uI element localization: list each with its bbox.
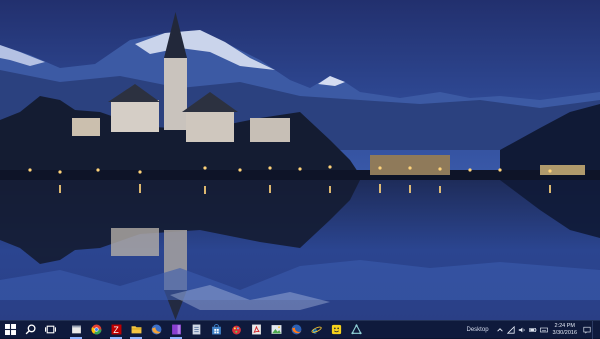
internet-explorer-icon: e (311, 325, 322, 335)
notepad-icon (192, 324, 200, 335)
tray-volume-button[interactable] (517, 321, 528, 339)
emoji-app-icon (331, 324, 341, 335)
action-center-button[interactable] (581, 321, 592, 339)
svg-text:Z: Z (113, 325, 119, 335)
taskbar-internet-explorer[interactable]: e (306, 321, 326, 339)
search-button[interactable] (20, 321, 40, 339)
tray-network-button[interactable] (506, 321, 517, 339)
clock-time: 2:24 PM (554, 323, 575, 329)
image-viewer-icon (271, 325, 281, 334)
start-button[interactable] (0, 321, 20, 339)
taskbar-firefox-old[interactable] (146, 321, 166, 339)
firefox-old-icon (151, 324, 161, 335)
desktop[interactable] (0, 0, 600, 320)
taskbar-store[interactable] (206, 321, 226, 339)
task-view-icon (44, 325, 56, 334)
onenote-icon (171, 324, 181, 335)
taskbar-clock[interactable]: 2:24 PM 3/30/2016 (553, 323, 577, 336)
battery-icon (529, 327, 537, 332)
taskbar-network-app[interactable] (346, 321, 366, 339)
taskbar-paint[interactable] (226, 321, 246, 339)
taskbar-notepad[interactable] (186, 321, 206, 339)
chrome-icon (90, 324, 101, 335)
tray-overflow-button[interactable] (495, 321, 506, 339)
taskbar-filezilla[interactable]: Z (106, 321, 126, 339)
taskbar-onenote[interactable] (166, 321, 186, 339)
system-tray: Desktop 2:24 PM 3/30/2016 (467, 320, 600, 339)
taskbar-firefox[interactable] (286, 321, 306, 339)
taskbar-image-viewer[interactable] (266, 321, 286, 339)
taskbar-acrobat[interactable] (246, 321, 266, 339)
task-view-button[interactable] (40, 321, 60, 339)
taskbar-file-explorer[interactable] (126, 321, 146, 339)
taskbar-emoji-app[interactable] (326, 321, 346, 339)
taskbar-app-window[interactable] (66, 321, 86, 339)
desktop-toolbar-label[interactable]: Desktop (467, 327, 489, 333)
chevron-up-icon (497, 327, 503, 332)
taskbar: Z e Desktop 2:24 PM 3/30/2016 (0, 320, 600, 339)
filezilla-icon: Z (111, 324, 121, 335)
windows-logo-icon (4, 324, 16, 335)
acrobat-icon (251, 324, 261, 335)
search-icon (25, 324, 36, 335)
network-icon (507, 325, 515, 334)
paint-icon (231, 325, 241, 335)
keyboard-icon (540, 327, 548, 332)
tray-battery-button[interactable] (528, 321, 539, 339)
store-icon (211, 324, 221, 335)
taskbar-chrome[interactable] (86, 321, 106, 339)
notifications-icon (582, 326, 591, 334)
network-app-icon (350, 324, 362, 335)
volume-icon (518, 327, 525, 332)
app-window-icon (71, 325, 81, 334)
show-desktop-button[interactable] (592, 320, 596, 339)
tray-keyboard-button[interactable] (539, 321, 550, 339)
wallpaper-image (0, 0, 600, 320)
firefox-icon (291, 324, 301, 335)
file-explorer-icon (131, 326, 141, 334)
svg-text:e: e (312, 325, 317, 335)
clock-date: 3/30/2016 (552, 329, 577, 336)
